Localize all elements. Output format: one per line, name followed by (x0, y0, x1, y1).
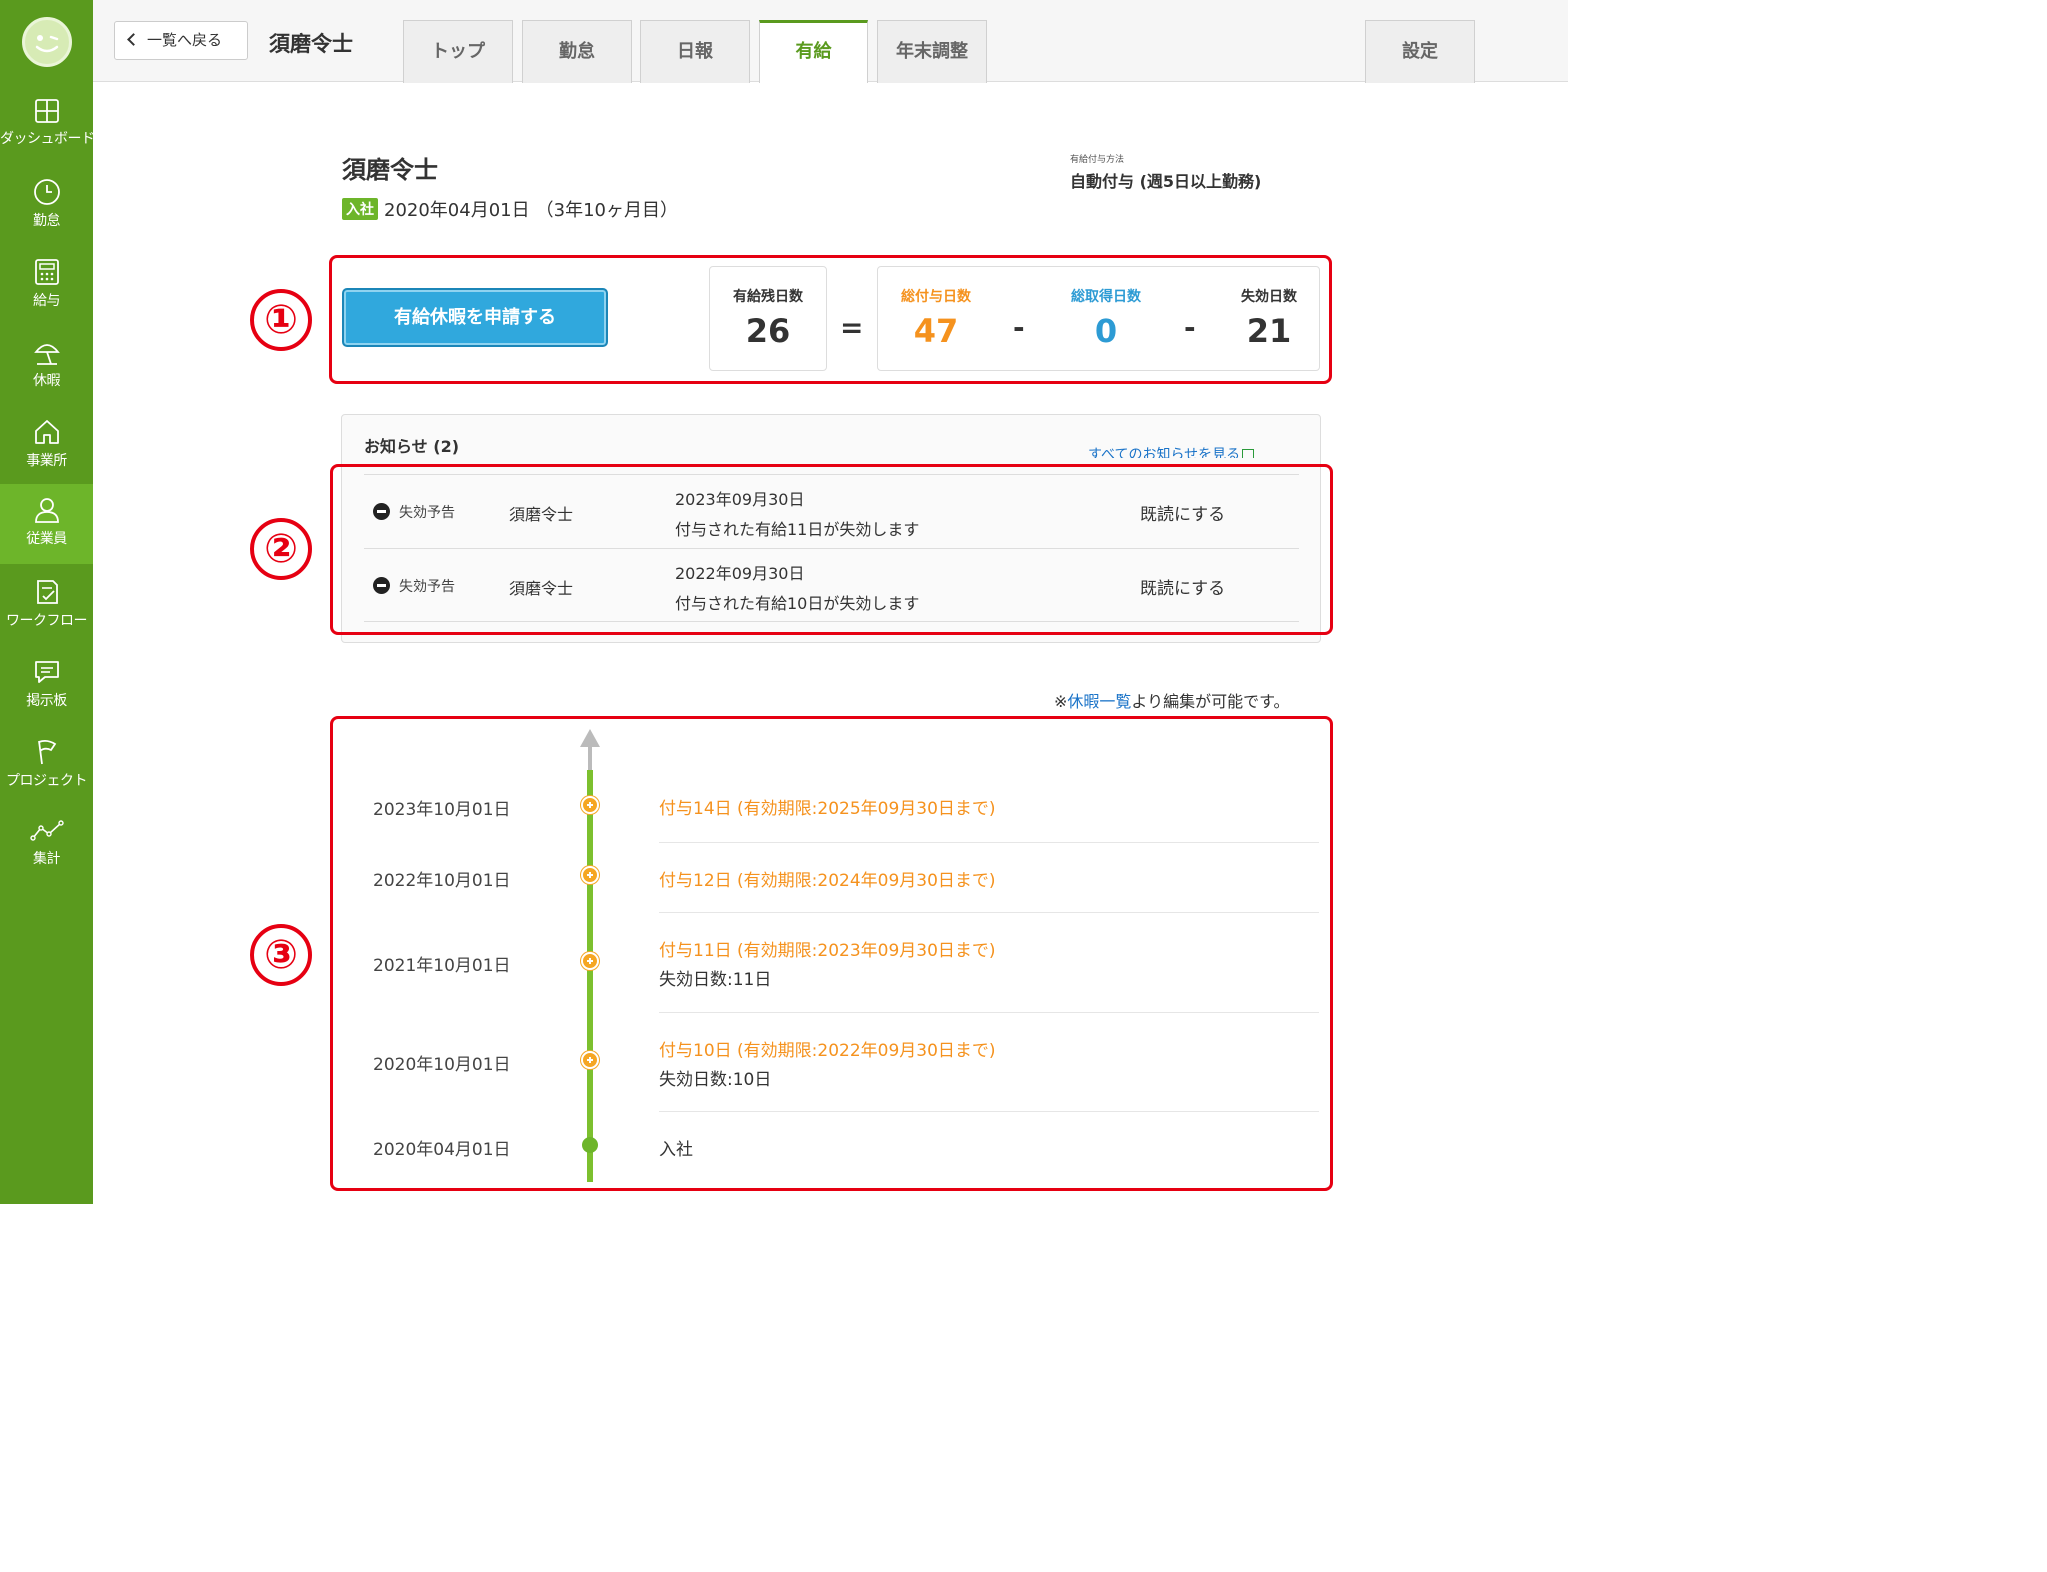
header-employee-name: 須磨令士 (269, 32, 353, 56)
dashboard-icon (34, 99, 59, 123)
beach-umbrella-icon (33, 344, 60, 365)
tenure: （3年10ヶ月目） (535, 200, 678, 221)
annotation-number-2: ② (250, 518, 312, 580)
grant-plus-icon (581, 952, 599, 970)
timeline-grant: 付与10日 (有効期限:2022年09月30日まで) (659, 1041, 996, 1061)
sidebar-item-attendance[interactable]: 勤怠 (0, 166, 93, 246)
grant-method-label: 有給付与方法 (1070, 155, 1125, 165)
speech-bubble-icon (34, 661, 59, 683)
minus-sign-1: - (1013, 311, 1025, 344)
granted-days: 総付与日数 47 (886, 286, 986, 350)
view-all-notices-link[interactable]: すべてのお知らせを見る (1088, 444, 1255, 458)
sidebar-item-label: 従業員 (26, 531, 67, 547)
annotation-number-1: ① (250, 289, 312, 351)
sidebar-item-label: 勤怠 (33, 213, 61, 229)
leave-list-link[interactable]: 休暇一覧 (1067, 692, 1131, 711)
timeline-date: 2020年04月01日 (373, 1140, 511, 1160)
top-bar: 一覧へ戻る 須磨令士 トップ 勤怠 日報 有給 年末調整 設定 (93, 0, 1568, 83)
timeline-divider (659, 1012, 1319, 1013)
sidebar-item-workflow[interactable]: ワークフロー (0, 566, 93, 646)
sidebar-item-employees[interactable]: 従業員 (0, 484, 93, 564)
minus-sign-2: - (1184, 311, 1196, 344)
employee-name: 須磨令士 (342, 156, 438, 184)
timeline-grant: 付与11日 (有効期限:2023年09月30日まで) (659, 941, 996, 961)
sidebar-item-dashboard[interactable]: ダッシュボード (0, 86, 95, 166)
join-badge: 入社 (342, 198, 378, 220)
remaining-days-value: 26 (745, 312, 791, 350)
sidebar-item-analytics[interactable]: 集計 (0, 806, 93, 886)
timeline-grant: 付与12日 (有効期限:2024年09月30日まで) (659, 871, 996, 891)
grant-plus-icon (581, 796, 599, 814)
join-dot-icon (582, 1137, 598, 1153)
timeline-line (587, 770, 593, 1182)
sidebar-item-leave[interactable]: 休暇 (0, 326, 93, 406)
flag-icon (37, 739, 56, 765)
sidebar-item-label: プロジェクト (6, 773, 88, 789)
smile-logo-icon (35, 35, 59, 53)
tab-settings[interactable]: 設定 (1365, 20, 1475, 83)
expired-days: 失効日数 21 (1219, 286, 1319, 350)
notice-title: お知らせ (2) (364, 437, 460, 456)
grant-plus-icon (581, 1051, 599, 1069)
join-date: 2020年04月01日 (384, 200, 530, 221)
remaining-days: 有給残日数 26 (709, 286, 827, 350)
taken-days-value: 0 (1094, 312, 1118, 350)
sidebar-item-label: ダッシュボード (0, 131, 95, 147)
back-to-list-button[interactable]: 一覧へ戻る (114, 21, 248, 60)
annotation-number-3: ③ (250, 924, 312, 986)
sidebar-item-label: 休暇 (33, 373, 61, 389)
sidebar-item-label: 掲示板 (26, 693, 67, 709)
highlight-box-2 (330, 464, 1333, 635)
tab-paid-leave[interactable]: 有給 (759, 20, 868, 83)
sidebar: ダッシュボード 勤怠 給与 休暇 事業所 従業員 ワークフロー 掲示板 プロジェ… (0, 0, 95, 1204)
timeline-join: 入社 (659, 1140, 693, 1160)
tab-year-end-adjustment[interactable]: 年末調整 (877, 20, 987, 83)
timeline-date: 2021年10月01日 (373, 956, 511, 976)
app-logo[interactable] (22, 17, 72, 67)
tab-daily-report[interactable]: 日報 (640, 20, 750, 83)
sidebar-item-project[interactable]: プロジェクト (0, 726, 93, 806)
timeline-expired: 失効日数:11日 (659, 970, 772, 990)
home-icon (34, 420, 59, 444)
timeline-date: 2020年10月01日 (373, 1055, 511, 1075)
timeline-expired: 失効日数:10日 (659, 1070, 772, 1090)
sidebar-item-label: 給与 (33, 293, 61, 309)
timeline-divider (659, 912, 1319, 913)
tab-attendance[interactable]: 勤怠 (522, 20, 632, 83)
checklist-icon (36, 580, 58, 604)
sidebar-item-board[interactable]: 掲示板 (0, 646, 93, 726)
timeline-divider (659, 842, 1319, 843)
sidebar-item-office[interactable]: 事業所 (0, 406, 93, 486)
timeline-arrow-stem (588, 745, 592, 771)
sidebar-item-label: 事業所 (26, 453, 67, 469)
tab-top[interactable]: トップ (403, 20, 513, 83)
calculator-icon (34, 259, 59, 285)
granted-days-value: 47 (913, 312, 959, 350)
expired-days-value: 21 (1246, 312, 1292, 350)
sidebar-item-label: 集計 (33, 851, 61, 867)
taken-days: 総取得日数 0 (1056, 286, 1156, 350)
chevron-left-icon (127, 33, 140, 46)
timeline-divider (659, 1111, 1319, 1112)
line-graph-icon (29, 820, 64, 841)
grant-method-value: 自動付与 (週5日以上勤務) (1070, 172, 1262, 191)
clock-icon (33, 179, 60, 205)
sidebar-item-label: ワークフロー (6, 613, 88, 629)
equals-sign: = (840, 311, 864, 344)
sidebar-item-payroll[interactable]: 給与 (0, 246, 93, 326)
edit-note: ※休暇一覧より編集が可能です。 (1054, 692, 1290, 711)
join-info: 入社 2020年04月01日 （3年10ヶ月目） (342, 196, 678, 222)
external-link-icon (1242, 449, 1255, 458)
timeline-date: 2022年10月01日 (373, 871, 511, 891)
person-icon (34, 498, 59, 523)
grant-plus-icon (581, 866, 599, 884)
timeline-grant: 付与14日 (有効期限:2025年09月30日まで) (659, 799, 996, 819)
timeline-date: 2023年10月01日 (373, 800, 511, 820)
apply-paid-leave-button[interactable]: 有給休暇を申請する (342, 288, 608, 347)
